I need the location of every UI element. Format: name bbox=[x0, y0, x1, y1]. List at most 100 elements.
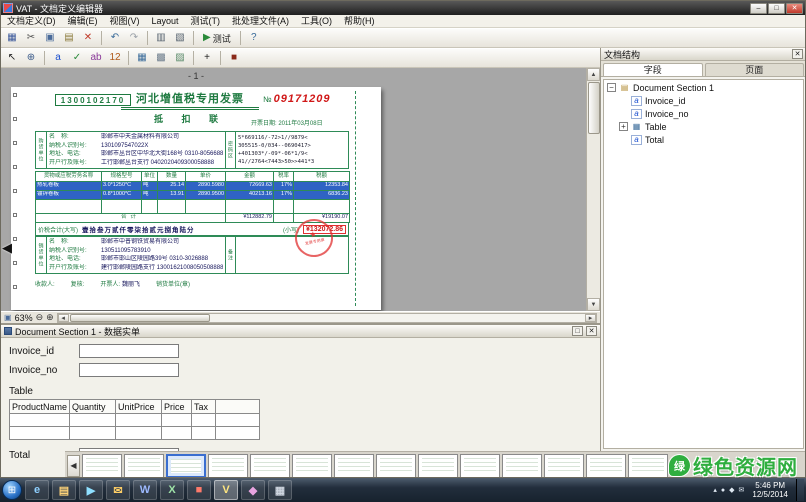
page-thumbnail-1[interactable] bbox=[82, 454, 122, 478]
anchor-tool-button[interactable]: + bbox=[198, 50, 216, 66]
region-tool-button[interactable]: ▩ bbox=[152, 50, 170, 66]
mail-taskbar-button[interactable]: ✉ bbox=[106, 480, 130, 500]
page-thumbnail-3[interactable] bbox=[166, 454, 206, 478]
invoice-item-row[interactable]: 镀锌卷板0.8*1000*C吨13.912890.950040213.1617%… bbox=[36, 191, 350, 200]
menu-item-7[interactable]: 帮助(H) bbox=[338, 15, 381, 28]
cut-button[interactable]: ✂ bbox=[22, 30, 40, 46]
text-field-tool-button[interactable]: a bbox=[49, 50, 67, 66]
grid-row[interactable] bbox=[10, 427, 260, 440]
structure-tab-0[interactable]: 字段 bbox=[603, 63, 703, 76]
menu-item-2[interactable]: 视图(V) bbox=[104, 15, 146, 28]
menu-item-3[interactable]: Layout bbox=[146, 15, 185, 28]
page-handle[interactable] bbox=[13, 165, 17, 169]
page-thumbnail-8[interactable] bbox=[376, 454, 416, 478]
maximize-button[interactable]: □ bbox=[768, 3, 785, 14]
horizontal-scrollbar[interactable]: ◂ ▸ bbox=[57, 313, 597, 323]
checkbox-field-tool-button[interactable]: ✓ bbox=[68, 50, 86, 66]
combo-field-tool-button[interactable]: ab bbox=[87, 50, 105, 66]
page-thumbnail-4[interactable] bbox=[208, 454, 248, 478]
page-thumbnail-2[interactable] bbox=[124, 454, 164, 478]
scroll-left-icon[interactable]: ◂ bbox=[58, 314, 69, 322]
page-thumbnail-9[interactable] bbox=[418, 454, 458, 478]
grid-cell[interactable] bbox=[162, 427, 192, 440]
page-handle[interactable] bbox=[13, 117, 17, 121]
grid-cell[interactable] bbox=[116, 427, 162, 440]
grid-cell[interactable] bbox=[70, 414, 116, 427]
page-handle[interactable] bbox=[13, 261, 17, 265]
scroll-up-icon[interactable]: ▲ bbox=[587, 68, 600, 81]
tray-icon-3[interactable]: ✉ bbox=[739, 487, 745, 494]
vertical-scroll-thumb[interactable] bbox=[588, 82, 600, 134]
page-thumbnail-5[interactable] bbox=[250, 454, 290, 478]
save-button[interactable]: ▦ bbox=[3, 30, 21, 46]
select-tool-button[interactable]: ↖ bbox=[3, 50, 21, 66]
close-button[interactable]: ✕ bbox=[786, 3, 803, 14]
previous-page-arrow[interactable]: ◀ bbox=[2, 240, 12, 256]
structure-tab-1[interactable]: 页面 bbox=[705, 63, 805, 76]
panel-float-button[interactable]: □ bbox=[572, 326, 583, 336]
collapse-icon[interactable]: − bbox=[607, 83, 616, 92]
scroll-right-icon[interactable]: ▸ bbox=[585, 314, 596, 322]
paint-taskbar-button[interactable]: ◆ bbox=[241, 480, 265, 500]
structure-tree[interactable]: −▤Document Section 1aInvoice_idaInvoice_… bbox=[603, 79, 804, 449]
grid-cell[interactable] bbox=[116, 414, 162, 427]
menu-item-4[interactable]: 测试(T) bbox=[185, 15, 227, 28]
invoice-item-row[interactable]: 热轧卷板3.0*1250*C吨25.142890.598072669.6317%… bbox=[36, 182, 350, 191]
menu-item-5[interactable]: 批处理文件(A) bbox=[226, 15, 295, 28]
grid-cell[interactable] bbox=[10, 427, 70, 440]
grid-cell[interactable] bbox=[216, 427, 260, 440]
page-handle[interactable] bbox=[13, 189, 17, 193]
tray-icon-0[interactable]: ▴ bbox=[713, 487, 717, 494]
menu-item-6[interactable]: 工具(O) bbox=[295, 15, 338, 28]
page-thumbnail-6[interactable] bbox=[292, 454, 332, 478]
page-thumbnail-13[interactable] bbox=[586, 454, 626, 478]
zoom-in-button[interactable]: ⊕ bbox=[46, 313, 54, 322]
tree-item[interactable]: +▦Table bbox=[604, 120, 803, 133]
strip-prev-button[interactable]: ◀ bbox=[67, 455, 80, 477]
tree-item[interactable]: aTotal bbox=[604, 133, 803, 146]
zoom-out-button[interactable]: ⊖ bbox=[36, 313, 44, 322]
invoice-id-input[interactable] bbox=[79, 344, 179, 358]
expand-icon[interactable]: + bbox=[619, 122, 628, 131]
media-player-taskbar-button[interactable]: ▶ bbox=[79, 480, 103, 500]
page-handle[interactable] bbox=[13, 93, 17, 97]
delete-button[interactable]: ✕ bbox=[79, 30, 97, 46]
red-app-taskbar-button[interactable]: ■ bbox=[187, 480, 211, 500]
copy-button[interactable]: ▣ bbox=[41, 30, 59, 46]
menu-item-1[interactable]: 编辑(E) bbox=[62, 15, 104, 28]
run-test-button[interactable]: ▶测试 bbox=[198, 30, 236, 46]
page-thumbnail-12[interactable] bbox=[544, 454, 584, 478]
grid-cell[interactable] bbox=[192, 414, 216, 427]
calculator-taskbar-button[interactable]: ▦ bbox=[268, 480, 292, 500]
number-field-tool-button[interactable]: 12 bbox=[106, 50, 124, 66]
start-button[interactable]: ⊞ bbox=[2, 480, 22, 500]
zoom-tool-button[interactable]: ⊕ bbox=[22, 50, 40, 66]
page-thumbnail-11[interactable] bbox=[502, 454, 542, 478]
grid-cell[interactable] bbox=[70, 427, 116, 440]
page-handle[interactable] bbox=[13, 213, 17, 217]
page-handle[interactable] bbox=[13, 285, 17, 289]
table-tool-button[interactable]: ▦ bbox=[133, 50, 151, 66]
vertical-scrollbar[interactable]: ▲ ▼ bbox=[586, 68, 600, 311]
ocr-zone-tool-button[interactable]: ■ bbox=[225, 50, 243, 66]
help-button[interactable]: ? bbox=[245, 30, 263, 46]
vat-editor-taskbar-button[interactable]: V bbox=[214, 480, 238, 500]
menu-item-0[interactable]: 文档定义(D) bbox=[1, 15, 62, 28]
taskbar-clock[interactable]: 5:46 PM 12/5/2014 bbox=[748, 481, 792, 499]
page-handle[interactable] bbox=[13, 141, 17, 145]
undo-button[interactable]: ↶ bbox=[106, 30, 124, 46]
grid-cell[interactable] bbox=[10, 414, 70, 427]
horizontal-scroll-thumb[interactable] bbox=[70, 314, 210, 322]
grid-cell[interactable] bbox=[192, 427, 216, 440]
preview-button[interactable]: ▧ bbox=[171, 30, 189, 46]
show-desktop-button[interactable] bbox=[796, 479, 804, 501]
word-taskbar-button[interactable]: W bbox=[133, 480, 157, 500]
page-handle[interactable] bbox=[13, 237, 17, 241]
grid-row[interactable] bbox=[10, 414, 260, 427]
panel-close-button[interactable]: ✕ bbox=[586, 326, 597, 336]
image-tool-button[interactable]: ▨ bbox=[171, 50, 189, 66]
grid-cell[interactable] bbox=[162, 414, 192, 427]
page-thumbnail-7[interactable] bbox=[334, 454, 374, 478]
tray-icon-1[interactable]: ● bbox=[721, 487, 725, 494]
tray-icon-2[interactable]: ◆ bbox=[729, 487, 734, 494]
